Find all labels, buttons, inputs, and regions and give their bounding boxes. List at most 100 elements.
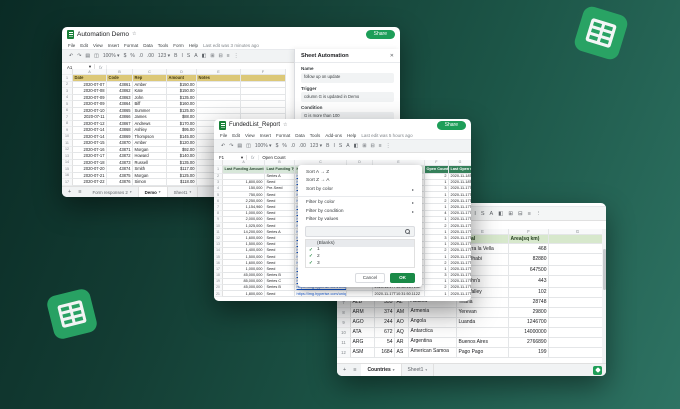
star-icon[interactable]: ☆ (283, 122, 287, 128)
cell[interactable]: 443 (509, 275, 549, 288)
menu-tools[interactable]: Tools (310, 133, 321, 138)
add-sheet-button[interactable]: + (341, 367, 348, 373)
share-button[interactable]: Share (436, 120, 466, 130)
cell[interactable]: Last Funding Amount (US$)▼ (223, 165, 265, 174)
filter-value-2[interactable]: ✓ 2 (306, 253, 414, 260)
cell[interactable] (549, 318, 602, 328)
menu-view[interactable]: View (93, 43, 103, 48)
filter-value-blanks[interactable]: (Blanks) (306, 240, 414, 247)
menu-add-ons[interactable]: Add-ons (325, 133, 342, 138)
italic-icon[interactable]: I (474, 211, 476, 217)
cell[interactable]: https://img.hyperise.com/unique/4KTF2YSG (295, 291, 347, 298)
cell[interactable]: 468 (509, 244, 549, 254)
all-sheets-button[interactable]: ≡ (76, 189, 83, 195)
decrease-decimal-icon[interactable]: .0 (291, 143, 295, 149)
sheet-tab-sheet1[interactable]: Sheet1 ▾ (402, 364, 435, 376)
cell[interactable]: 28748 (509, 297, 549, 308)
menu-file[interactable]: File (68, 43, 75, 48)
cell[interactable] (549, 298, 602, 308)
italic-icon[interactable]: I (334, 143, 335, 149)
document-title[interactable]: Automation Demo (77, 31, 129, 38)
menu-tools[interactable]: Tools (158, 43, 169, 48)
cell[interactable]: Open Count▼ (425, 165, 449, 174)
cell[interactable]: 647500 (509, 265, 549, 276)
align-icon[interactable]: ≡ (528, 211, 531, 217)
borders-icon[interactable]: ⊞ (210, 53, 214, 59)
align-icon[interactable]: ≡ (379, 143, 382, 149)
cell[interactable]: Angola (409, 317, 457, 328)
menu-insert[interactable]: Insert (108, 43, 119, 48)
vertical-scrollbar[interactable] (602, 229, 606, 364)
menu-help[interactable]: Help (347, 133, 356, 138)
bold-icon[interactable]: B (174, 53, 177, 59)
fill-color-icon[interactable]: ◧ (202, 53, 207, 59)
cell[interactable]: 1246700 (509, 317, 549, 328)
zoom-select[interactable]: 100% ▾ (103, 53, 120, 59)
zoom-select[interactable]: 100% ▾ (255, 143, 272, 149)
explore-button[interactable] (593, 365, 602, 375)
align-icon[interactable]: ≡ (227, 53, 230, 59)
row-header[interactable]: 12 (337, 347, 351, 358)
cell[interactable]: 672 (375, 327, 395, 338)
field-value[interactable]: column G is updated in Demo (301, 92, 394, 102)
row-header[interactable]: 1 (214, 165, 223, 174)
cell[interactable]: Antarctica (409, 327, 457, 338)
menu-data[interactable]: Data (295, 133, 305, 138)
cell[interactable]: Buenos Aires (457, 337, 509, 348)
sheet-tab-demo[interactable]: Demo ▾ (138, 187, 168, 197)
merge-cells-icon[interactable]: ⊟ (518, 211, 523, 217)
borders-icon[interactable]: ⊞ (362, 143, 366, 149)
strikethrough-icon[interactable]: S (339, 143, 342, 149)
last-edit-link[interactable]: Last edit was 3 minutes ago (203, 43, 259, 48)
share-button[interactable]: Share (365, 29, 395, 39)
cell[interactable]: Armenia (409, 307, 457, 318)
more-icon[interactable]: ⋮ (536, 211, 542, 217)
cell[interactable]: 54 (375, 337, 395, 348)
menu-item-sort-z-a[interactable]: Sort Z → A (298, 177, 422, 186)
all-sheets-button[interactable]: ≡ (351, 367, 358, 373)
row-header[interactable]: 10 (337, 327, 351, 338)
field-value[interactable]: follow up on update (301, 72, 394, 83)
text-color-icon[interactable]: A (194, 53, 197, 59)
cell[interactable] (549, 235, 602, 244)
cell[interactable]: AGO (351, 317, 375, 328)
menu-item-sort-a-z[interactable]: Sort A → Z (298, 168, 422, 177)
cell[interactable]: $118.00 (167, 179, 197, 186)
menu-help[interactable]: Help (189, 43, 198, 48)
menu-item-sort-by-color[interactable]: Sort by color ▸ (298, 185, 422, 194)
menu-format[interactable]: Format (276, 133, 290, 138)
fill-color-icon[interactable]: ◧ (498, 211, 503, 217)
text-color-icon[interactable]: A (490, 211, 494, 217)
redo-icon[interactable]: ↷ (77, 53, 81, 59)
cell[interactable] (549, 328, 602, 338)
sheet-tab-sheet1[interactable]: Sheet1 ▾ (168, 187, 199, 197)
star-icon[interactable]: ☆ (132, 31, 136, 37)
cell[interactable]: 2766890 (509, 337, 549, 348)
cell[interactable]: AS (395, 347, 409, 358)
row-header[interactable]: 17 (62, 179, 73, 186)
row-header[interactable]: 21 (214, 291, 223, 298)
cell[interactable]: Pago Pago (457, 347, 509, 358)
merge-cells-icon[interactable]: ⊟ (371, 143, 375, 149)
merge-cells-icon[interactable]: ⊟ (219, 53, 223, 59)
menu-item-filter-by-values[interactable]: Filter by values (298, 216, 422, 225)
more-icon[interactable]: ⋮ (234, 53, 239, 59)
undo-icon[interactable]: ↶ (69, 53, 73, 59)
filter-search-box[interactable] (305, 226, 415, 237)
print-icon[interactable]: ▤ (237, 143, 242, 149)
document-title[interactable]: FundedList_Report (229, 122, 280, 128)
cell[interactable] (549, 276, 602, 288)
cell[interactable]: American Samoa (409, 347, 457, 358)
cell[interactable]: Last Funding Type▼ (265, 165, 295, 174)
cell[interactable]: 2020-11-17T10:31:50.112Z (373, 291, 425, 298)
cell[interactable]: ASM (351, 347, 375, 358)
row-header[interactable]: 9 (337, 317, 351, 328)
cell[interactable]: Simon (133, 179, 167, 186)
menu-form[interactable]: Form (173, 43, 184, 48)
paint-format-icon[interactable]: ◫ (246, 143, 251, 149)
sheet-tab-form-responses-2[interactable]: Form responses 2 ▾ (86, 187, 139, 197)
menu-item-filter-by-condition[interactable]: Filter by condition ▸ (298, 207, 422, 216)
filter-value-1[interactable]: ✓ 1 (306, 247, 414, 254)
fill-color-icon[interactable]: ◧ (354, 143, 359, 149)
decrease-decimal-icon[interactable]: .0 (139, 53, 143, 59)
